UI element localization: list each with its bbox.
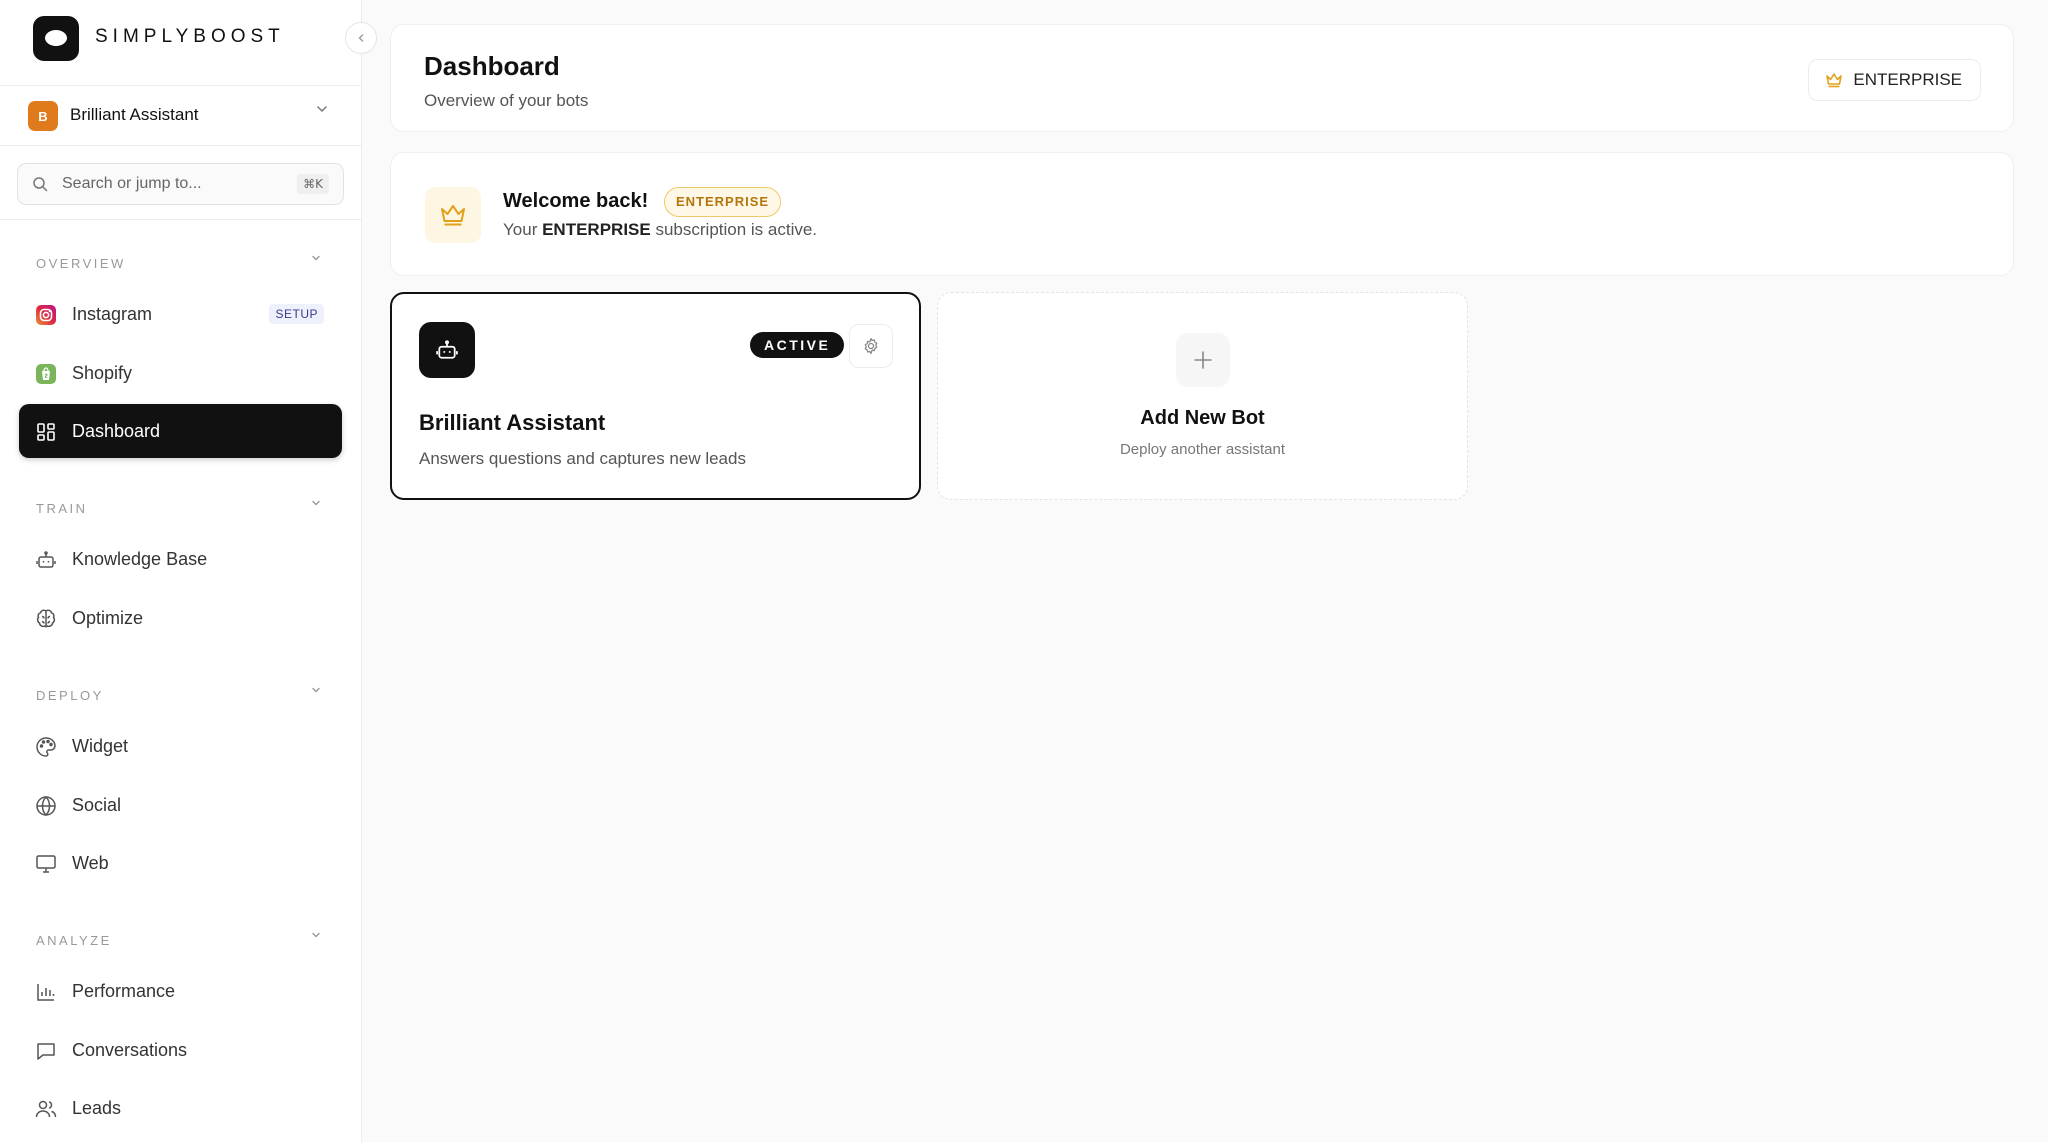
plan-badge: ENTERPRISE [664, 187, 782, 217]
status-badge: ACTIVE [750, 332, 845, 358]
sidebar-item-conversations[interactable]: Conversations [19, 1023, 342, 1077]
brand: SIMPLYBOOST [0, 0, 361, 86]
chevron-down-icon[interactable] [310, 252, 322, 267]
section-title-deploy: DEPLOY [36, 688, 104, 703]
section-title-train: TRAIN [36, 501, 88, 516]
sidebar-item-label: Knowledge Base [72, 548, 208, 569]
search-area: ⌘K [0, 146, 361, 220]
sidebar-item-leads[interactable]: Leads [19, 1081, 342, 1135]
page-header: Dashboard Overview of your bots ENTERPRI… [390, 24, 2014, 132]
bot-name: Brilliant Assistant [419, 410, 606, 435]
shopify-icon [35, 363, 57, 385]
brain-icon [35, 608, 57, 630]
search-input[interactable] [62, 164, 282, 204]
sidebar-item-shopify[interactable]: Shopify [19, 346, 342, 400]
sidebar-item-label: Instagram [72, 303, 153, 324]
sidebar-item-label: Leads [72, 1097, 122, 1118]
users-icon [35, 1098, 57, 1120]
brand-logo[interactable] [33, 16, 79, 61]
add-bot-subtitle: Deploy another assistant [1119, 441, 1286, 458]
section-title-analyze: ANALYZE [36, 933, 112, 948]
add-bot-card[interactable]: Add New Bot Deploy another assistant [937, 292, 1468, 500]
sidebar-item-web[interactable]: Web [19, 836, 342, 890]
sidebar-item-optimize[interactable]: Optimize [19, 591, 342, 645]
sidebar-item-label: Widget [72, 735, 129, 756]
sidebar-item-label: Performance [72, 980, 176, 1001]
add-bot-title: Add New Bot [1140, 407, 1265, 429]
bot-icon [35, 549, 57, 571]
chevron-down-icon[interactable] [310, 684, 322, 699]
collapse-sidebar-button[interactable] [345, 22, 377, 54]
bot-icon [419, 322, 475, 378]
brand-name: SIMPLYBOOST [95, 26, 285, 47]
sidebar-item-widget[interactable]: Widget [19, 719, 342, 773]
sidebar-item-social[interactable]: Social [19, 778, 342, 832]
search-icon [33, 177, 48, 192]
subscription-status: Your ENTERPRISE subscription is active. [503, 220, 818, 239]
search-box[interactable]: ⌘K [17, 163, 344, 205]
setup-badge: SETUP [269, 304, 324, 324]
bot-card[interactable]: ACTIVE Brilliant Assistant Answers quest… [390, 292, 921, 500]
instagram-icon [35, 304, 57, 326]
sidebar-item-knowledge-base[interactable]: Knowledge Base [19, 532, 342, 586]
bot-switcher-name: Brilliant Assistant [70, 105, 199, 124]
crown-icon [425, 187, 481, 243]
page-subtitle: Overview of your bots [424, 91, 589, 110]
welcome-title: Welcome back! [503, 190, 649, 212]
gear-icon [864, 337, 878, 355]
plan-button[interactable]: ENTERPRISE [1808, 59, 1981, 101]
bot-settings-button[interactable] [849, 324, 893, 368]
bot-avatar: B [28, 101, 58, 131]
subscription-plan: ENTERPRISE [542, 220, 651, 239]
plan-label: ENTERPRISE [1853, 70, 1962, 89]
bot-switcher[interactable]: B Brilliant Assistant [0, 86, 361, 146]
bot-description: Answers questions and captures new leads [419, 449, 746, 468]
plus-icon [1176, 333, 1230, 387]
bar-chart-icon [35, 981, 57, 1003]
welcome-card: Welcome back! ENTERPRISE Your ENTERPRISE… [390, 152, 2014, 276]
sidebar-item-label: Dashboard [72, 420, 161, 441]
palette-icon [35, 736, 57, 758]
sidebar: SIMPLYBOOST B Brilliant Assistant ⌘K OVE… [0, 0, 362, 1142]
chevron-left-icon [358, 34, 364, 42]
sidebar-item-label: Conversations [72, 1039, 188, 1060]
sidebar-item-label: Social [72, 794, 122, 815]
sidebar-item-performance[interactable]: Performance [19, 964, 342, 1018]
page-title: Dashboard [424, 51, 560, 81]
chevron-down-icon[interactable] [310, 497, 322, 512]
chevron-down-icon [315, 102, 329, 121]
sidebar-item-label: Shopify [72, 362, 133, 383]
chevron-down-icon[interactable] [310, 929, 322, 944]
globe-icon [35, 795, 57, 817]
crown-icon [1826, 73, 1843, 88]
search-shortcut: ⌘K [297, 174, 329, 194]
sidebar-item-label: Web [72, 852, 109, 873]
grid-icon [35, 421, 57, 443]
sidebar-item-dashboard[interactable]: Dashboard [19, 404, 342, 458]
sidebar-item-instagram[interactable]: Instagram SETUP [19, 287, 342, 341]
section-title-overview: OVERVIEW [36, 256, 126, 271]
sidebar-item-label: Optimize [72, 607, 144, 628]
message-square-icon [35, 1040, 57, 1062]
monitor-icon [35, 853, 57, 875]
